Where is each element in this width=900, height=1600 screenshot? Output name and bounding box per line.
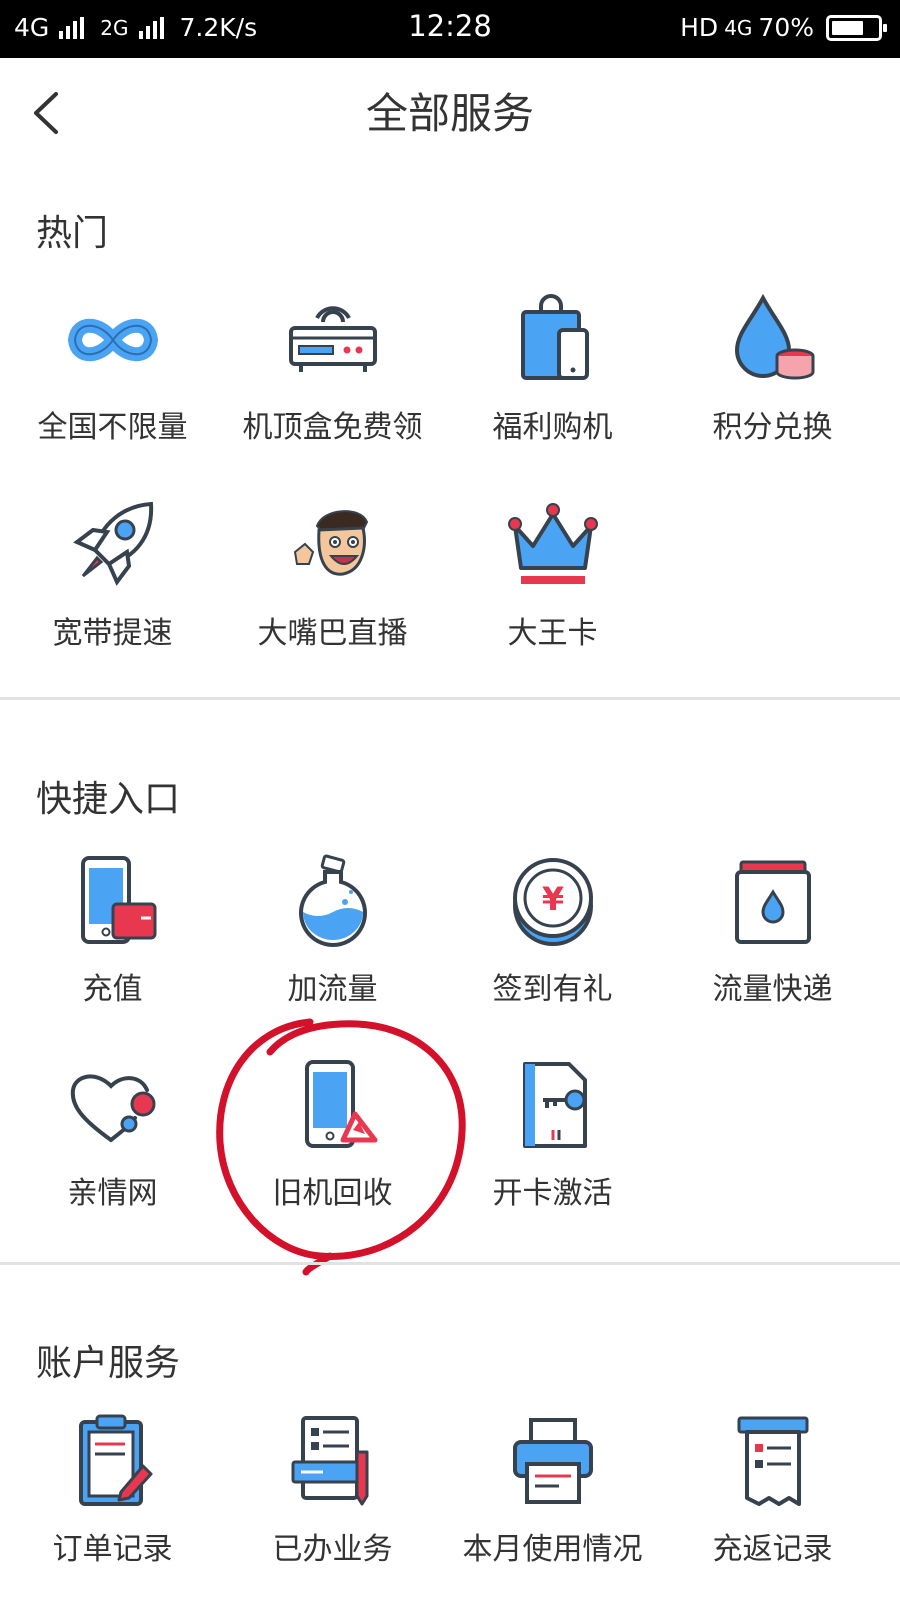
receipt-machine-icon xyxy=(723,1412,823,1512)
box-drop-icon xyxy=(723,852,823,952)
hd-indicator: HD xyxy=(680,13,719,42)
set-top-box-icon xyxy=(283,290,383,390)
document-card-icon xyxy=(283,1412,383,1512)
service-card-activation[interactable]: 开卡激活 xyxy=(440,1056,665,1236)
service-label: 本月使用情况 xyxy=(462,1532,643,1567)
service-label: 充值 xyxy=(82,972,143,1007)
potion-flask-icon xyxy=(283,852,383,952)
service-label: 流量快递 xyxy=(712,972,833,1007)
shopping-bag-phone-icon xyxy=(503,290,603,390)
section-title-account: 账户服务 xyxy=(36,1343,181,1384)
page-title: 全部服务 xyxy=(365,89,534,138)
service-label: 旧机回收 xyxy=(272,1176,393,1211)
crown-icon xyxy=(503,496,603,596)
service-order-history[interactable]: 订单记录 xyxy=(0,1412,225,1592)
drop-coins-icon xyxy=(723,290,823,390)
service-trade-in[interactable]: 旧机回收 xyxy=(220,1056,445,1236)
service-label: 全国不限量 xyxy=(37,410,188,445)
service-settop-box[interactable]: 机顶盒免费领 xyxy=(220,290,445,470)
page-header: 全部服务 xyxy=(0,58,900,158)
section-title-hot: 热门 xyxy=(36,213,109,254)
cartoon-face-icon xyxy=(283,496,383,596)
section-divider xyxy=(0,1262,900,1265)
service-label: 充返记录 xyxy=(712,1532,833,1567)
service-label: 机顶盒免费领 xyxy=(242,410,423,445)
status-right: HD 4G 70% xyxy=(680,10,887,46)
service-label: 积分兑换 xyxy=(712,410,833,445)
yen-coin-icon: ¥ xyxy=(503,852,603,952)
service-cashback-history[interactable]: 充返记录 xyxy=(660,1412,885,1592)
phone-wallet-icon xyxy=(63,852,163,952)
service-live-stream[interactable]: 大嘴巴直播 xyxy=(220,496,445,676)
service-king-card[interactable]: 大王卡 xyxy=(440,496,665,676)
network-type-3: 4G xyxy=(724,16,753,40)
service-label: 大王卡 xyxy=(507,616,598,651)
sim-key-icon xyxy=(503,1056,603,1156)
service-monthly-usage[interactable]: 本月使用情况 xyxy=(440,1412,665,1592)
service-recharge[interactable]: 充值 xyxy=(0,852,225,1032)
section-divider xyxy=(0,697,900,700)
printer-icon xyxy=(503,1412,603,1512)
status-bar: 4G 2G 7.2K/s 12:28 HD 4G 70% xyxy=(0,0,900,58)
infinity-icon xyxy=(63,290,163,390)
service-label: 大嘴巴直播 xyxy=(257,616,408,651)
heart-network-icon xyxy=(63,1056,163,1156)
service-phone-deal[interactable]: 福利购机 xyxy=(440,290,665,470)
service-label: 订单记录 xyxy=(52,1532,173,1567)
service-data-express[interactable]: 流量快递 xyxy=(660,852,885,1032)
service-label: 开卡激活 xyxy=(492,1176,613,1211)
service-checkin-gift[interactable]: ¥ 签到有礼 xyxy=(440,852,665,1032)
service-label: 签到有礼 xyxy=(492,972,613,1007)
service-label: 福利购机 xyxy=(492,410,613,445)
service-label: 加流量 xyxy=(287,972,378,1007)
service-points-exchange[interactable]: 积分兑换 xyxy=(660,290,885,470)
section-title-quick: 快捷入口 xyxy=(36,779,181,820)
service-label: 亲情网 xyxy=(67,1176,158,1211)
svg-text:¥: ¥ xyxy=(541,880,563,918)
service-unlimited[interactable]: 全国不限量 xyxy=(0,290,225,470)
rocket-icon xyxy=(63,496,163,596)
battery-percent: 70% xyxy=(758,13,814,42)
phone-recycle-icon xyxy=(283,1056,383,1156)
service-label: 已办业务 xyxy=(272,1532,393,1567)
service-label: 宽带提速 xyxy=(52,616,173,651)
service-handled-business[interactable]: 已办业务 xyxy=(220,1412,445,1592)
service-add-data[interactable]: 加流量 xyxy=(220,852,445,1032)
service-broadband-speedup[interactable]: 宽带提速 xyxy=(0,496,225,676)
clipboard-pen-icon xyxy=(63,1412,163,1512)
service-family-network[interactable]: 亲情网 xyxy=(0,1056,225,1236)
battery-icon xyxy=(826,15,887,41)
